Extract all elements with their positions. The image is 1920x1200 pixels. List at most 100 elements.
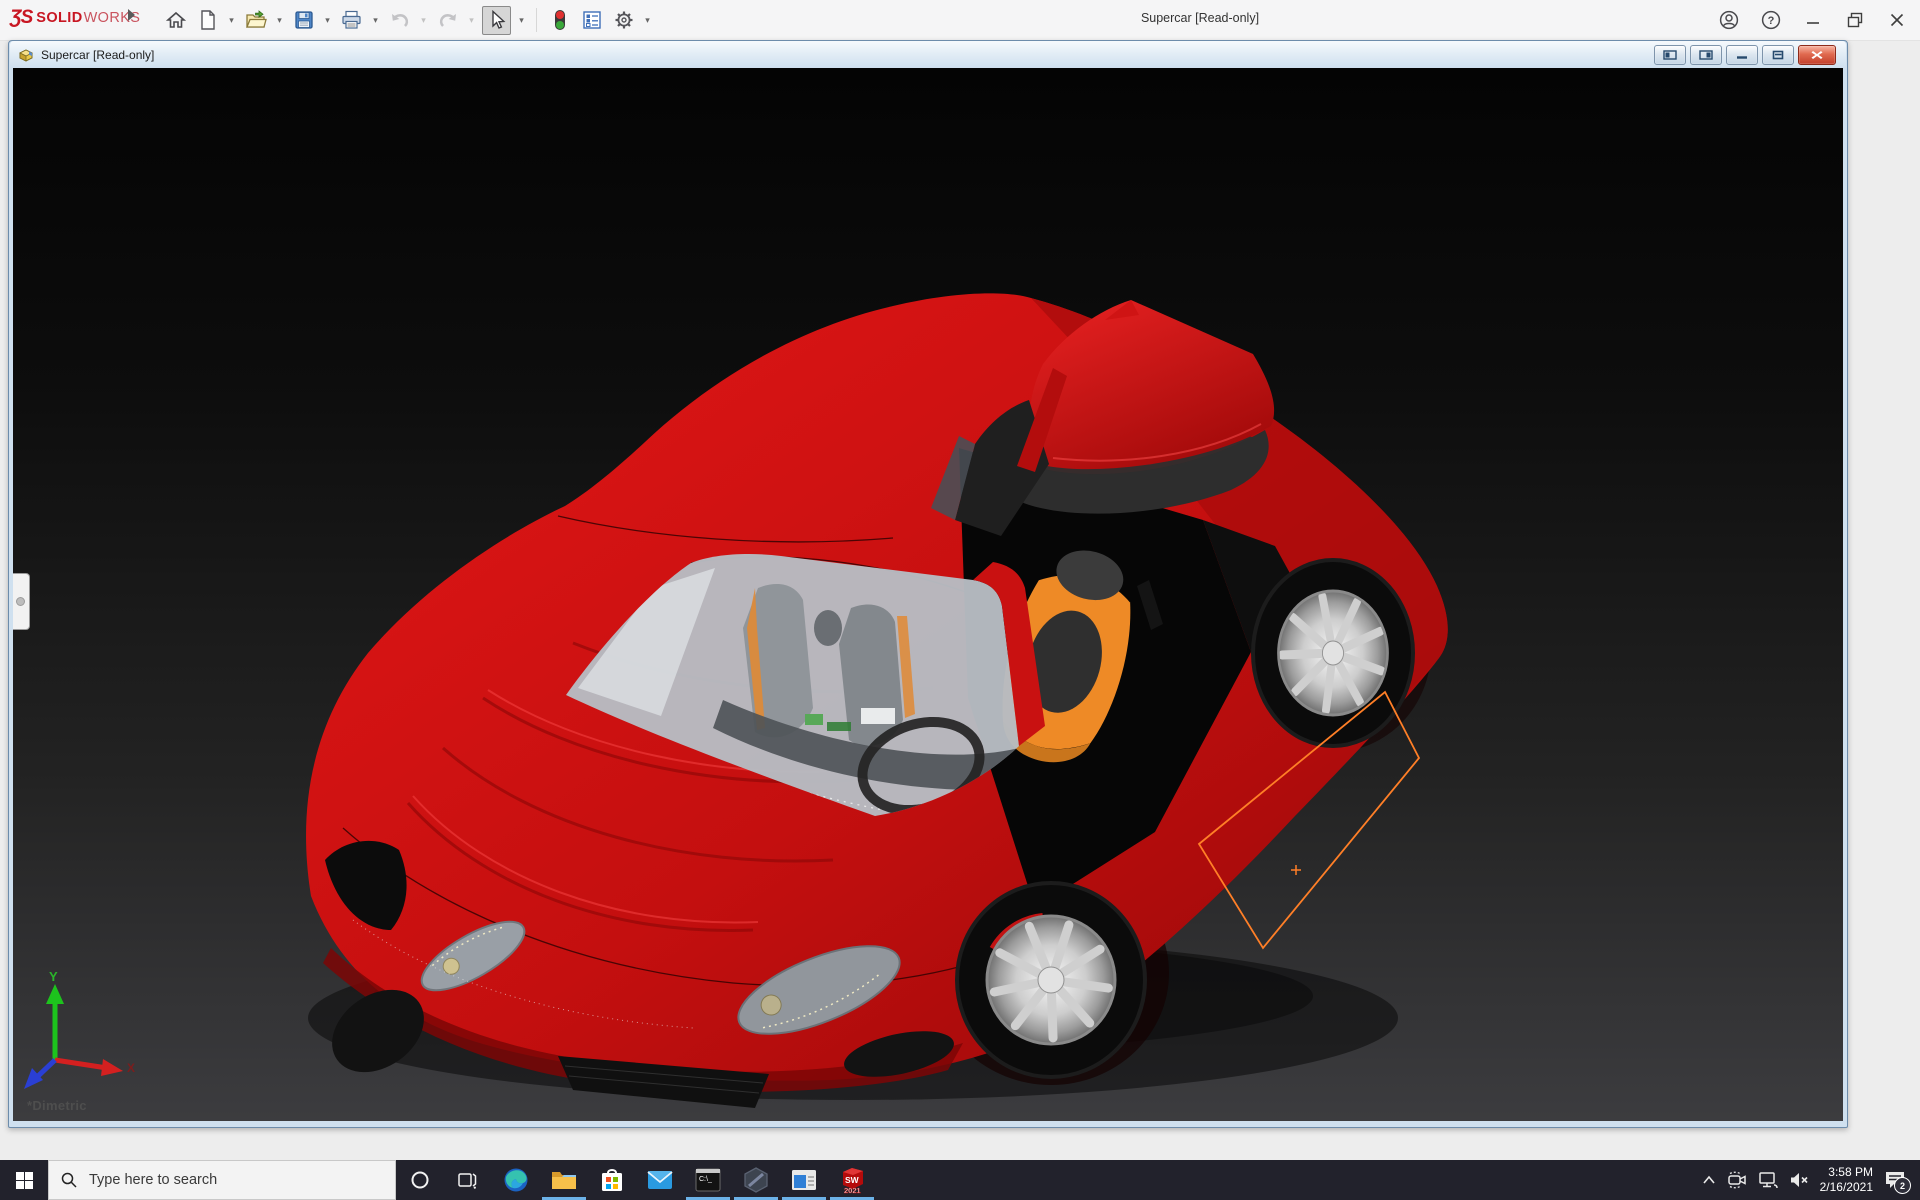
sign-in-button[interactable] <box>1712 6 1746 34</box>
app-titlebar: ƷS SOLID WORKS ▾ ▾ ▾ ▾ ▾ ▾ ▾ ▾ Supercar … <box>0 0 1920 41</box>
solidworks-taskbar-button[interactable]: SW 2021 <box>828 1160 876 1200</box>
home-button[interactable] <box>162 7 189 34</box>
file-properties-icon <box>582 11 601 29</box>
print-icon <box>342 10 361 29</box>
home-icon <box>165 11 186 28</box>
quick-access-toolbar: ▾ ▾ ▾ ▾ ▾ ▾ ▾ ▾ <box>162 0 653 40</box>
network-button[interactable] <box>1758 1171 1778 1189</box>
edge-button[interactable] <box>492 1160 540 1200</box>
save-dropdown-caret[interactable]: ▾ <box>322 15 333 26</box>
desktop-app-button[interactable] <box>780 1160 828 1200</box>
start-button[interactable] <box>0 1160 48 1200</box>
new-dropdown-caret[interactable]: ▾ <box>226 15 237 26</box>
options-button[interactable] <box>610 7 637 34</box>
store-button[interactable] <box>588 1160 636 1200</box>
solidworks-logo: ƷS SOLID WORKS <box>10 6 140 30</box>
desktop: { "app": { "brand_mark": "ƷS", "brand_so… <box>0 0 1920 1200</box>
car-render[interactable] <box>13 68 1843 1121</box>
svg-text:?: ? <box>1768 15 1775 27</box>
search-icon <box>61 1172 77 1188</box>
front-wheel <box>955 881 1147 1079</box>
sw-icon-year: 2021 <box>844 1186 861 1194</box>
open-folder-icon <box>245 10 267 28</box>
app-title: Supercar [Read-only] <box>1140 11 1260 25</box>
close-icon <box>1811 51 1823 59</box>
cortana-button[interactable] <box>396 1160 444 1200</box>
volume-button[interactable] <box>1789 1171 1809 1189</box>
command-prompt-button[interactable]: C:\_ <box>684 1160 732 1200</box>
document-titlebar[interactable]: Supercar [Read-only] <box>10 41 1846 68</box>
left-pane-icon <box>1663 50 1677 60</box>
file-explorer-button[interactable] <box>540 1160 588 1200</box>
pane-tab-grip <box>16 597 25 606</box>
desktop-app-icon <box>792 1170 816 1190</box>
gear-icon <box>615 11 632 29</box>
document-window-controls <box>1654 45 1836 65</box>
solidworks-2021-icon: SW 2021 <box>843 1168 863 1194</box>
redo-button[interactable] <box>434 7 461 34</box>
new-document-button[interactable] <box>194 7 221 34</box>
restore-button[interactable] <box>1838 6 1872 34</box>
network-icon <box>1758 1172 1778 1189</box>
options-dropdown-caret[interactable]: ▾ <box>642 15 653 26</box>
undo-dropdown-caret[interactable]: ▾ <box>418 15 429 26</box>
save-icon <box>294 11 313 29</box>
undo-button[interactable] <box>386 7 413 34</box>
orientation-triad[interactable]: Y X <box>21 968 141 1093</box>
search-input[interactable] <box>87 1171 371 1189</box>
file-properties-button[interactable] <box>578 7 605 34</box>
action-center-button[interactable]: 2 <box>1884 1170 1911 1194</box>
triad-x-label: X <box>127 1061 135 1075</box>
select-button[interactable] <box>482 5 511 35</box>
clock-time: 3:58 PM <box>1828 1165 1873 1179</box>
file-explorer-icon <box>552 1172 576 1189</box>
brand-mark: ƷS <box>10 7 33 28</box>
select-dropdown-caret[interactable]: ▾ <box>516 15 527 26</box>
sw-icon-text: SW <box>845 1175 860 1185</box>
display-pane-button[interactable] <box>1690 45 1722 65</box>
taskbar-clock[interactable]: 3:58 PM 2/16/2021 <box>1820 1165 1873 1195</box>
assembly-document-icon <box>19 48 33 62</box>
pane-expand-tab[interactable] <box>13 573 30 630</box>
rebuild-button[interactable] <box>546 7 573 34</box>
system-tray: 3:58 PM 2/16/2021 2 <box>1702 1160 1920 1200</box>
chevron-up-icon <box>1702 1175 1715 1184</box>
edge-icon <box>504 1168 528 1192</box>
open-dropdown-caret[interactable]: ▾ <box>274 15 285 26</box>
document-close-button[interactable] <box>1798 45 1836 65</box>
graphics-viewport[interactable]: Y X *Dimetric <box>13 68 1843 1121</box>
help-icon: ? <box>1761 10 1781 30</box>
document-restore-button[interactable] <box>1762 45 1794 65</box>
right-pane-icon <box>1699 50 1713 60</box>
taskbar-search[interactable] <box>48 1160 396 1200</box>
windows-logo-icon <box>15 1171 33 1189</box>
toolbar-separator <box>536 8 537 32</box>
document-window: Supercar [Read-only] Y X *Dimetric <box>8 40 1848 1128</box>
document-minimize-button[interactable] <box>1726 45 1758 65</box>
show-hidden-icons-button[interactable] <box>1702 1175 1716 1185</box>
mail-button[interactable] <box>636 1160 684 1200</box>
redo-dropdown-caret[interactable]: ▾ <box>466 15 477 26</box>
redo-icon <box>439 14 456 27</box>
save-button[interactable] <box>290 7 317 34</box>
brand-solid: SOLID <box>36 10 83 26</box>
print-button[interactable] <box>338 7 365 34</box>
select-cursor-icon <box>491 10 505 29</box>
camera-icon <box>1727 1171 1746 1189</box>
toolbar-expand-arrow[interactable] <box>128 9 135 21</box>
open-button[interactable] <box>242 7 269 34</box>
taskbar: C:\_ SW 2021 <box>0 1160 1920 1200</box>
mail-icon <box>647 1171 673 1189</box>
hexagon-app-button[interactable] <box>732 1160 780 1200</box>
document-title: Supercar [Read-only] <box>41 47 155 62</box>
meet-now-button[interactable] <box>1727 1171 1747 1189</box>
close-button[interactable] <box>1880 6 1914 34</box>
help-button[interactable]: ? <box>1754 6 1788 34</box>
rear-wheel <box>1251 558 1415 748</box>
minimize-button[interactable] <box>1796 6 1830 34</box>
new-document-icon <box>200 10 215 30</box>
hexagon-app-icon <box>744 1167 768 1193</box>
featuremanager-pane-button[interactable] <box>1654 45 1686 65</box>
print-dropdown-caret[interactable]: ▾ <box>370 15 381 26</box>
task-view-button[interactable] <box>444 1160 492 1200</box>
